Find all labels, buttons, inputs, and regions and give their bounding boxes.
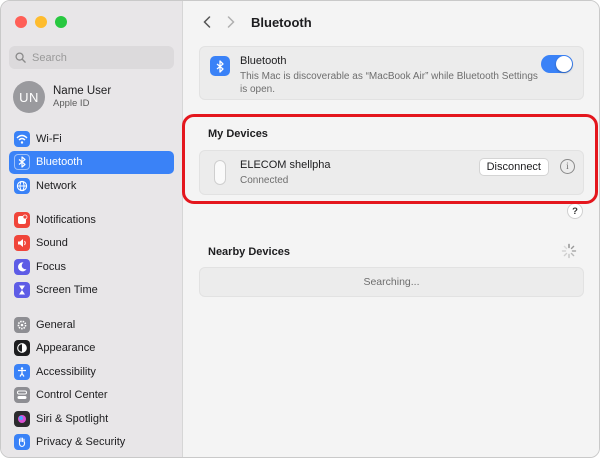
appearance-icon xyxy=(14,340,30,356)
settings-window: Search UN Name User Apple ID Wi-Fi Bluet… xyxy=(0,0,600,458)
bluetooth-toggle[interactable] xyxy=(541,55,573,73)
chevron-left-icon xyxy=(203,16,211,28)
bell-icon xyxy=(14,211,30,228)
sidebar-item-bluetooth[interactable]: Bluetooth xyxy=(9,150,174,174)
bluetooth-description: This Mac is discoverable as “MacBook Air… xyxy=(240,71,538,95)
nearby-devices-list: Searching... xyxy=(199,267,584,297)
accessibility-icon xyxy=(14,363,30,380)
wifi-icon xyxy=(14,130,30,147)
sidebar-item-label: Accessibility xyxy=(36,365,96,378)
close-button[interactable] xyxy=(15,16,27,28)
bluetooth-title: Bluetooth xyxy=(240,55,287,67)
sidebar-item-label: General xyxy=(36,318,76,331)
sidebar-item-label: Siri & Spotlight xyxy=(36,412,109,425)
sidebar-item-label: Privacy & Security xyxy=(36,436,126,448)
page-title: Bluetooth xyxy=(251,14,312,30)
sidebar-item-sound[interactable]: Sound xyxy=(9,232,174,255)
sidebar-item-label: Control Center xyxy=(36,389,108,401)
sidebar-item-notifications[interactable]: Notifications xyxy=(9,208,174,231)
sidebar-item-siri-spotlight[interactable]: Siri & Spotlight xyxy=(9,407,174,430)
search-placeholder: Search xyxy=(32,51,67,64)
bluetooth-toggle-card: Bluetooth This Mac is discoverable as “M… xyxy=(199,46,584,100)
sidebar-group-notifications: Notifications Sound Focus Screen Time xyxy=(9,208,174,302)
sidebar-group-connectivity: Wi-Fi Bluetooth Network xyxy=(9,127,174,198)
sidebar-item-label: Notifications xyxy=(36,213,96,226)
sidebar-item-wifi[interactable]: Wi-Fi xyxy=(9,127,174,150)
search-icon xyxy=(15,52,26,63)
chevron-right-icon xyxy=(227,16,235,28)
sidebar-item-screen-time[interactable]: Screen Time xyxy=(9,279,174,302)
bluetooth-icon xyxy=(210,56,230,76)
siri-icon xyxy=(14,410,30,427)
sidebar-item-control-center[interactable]: Control Center xyxy=(9,384,174,407)
hourglass-icon xyxy=(14,282,30,298)
toggle-knob xyxy=(556,56,572,72)
bluetooth-icon xyxy=(14,154,30,170)
control-center-icon xyxy=(14,387,30,403)
back-button[interactable] xyxy=(197,12,217,32)
forward-button[interactable] xyxy=(221,12,241,32)
nearby-devices-heading: Nearby Devices xyxy=(208,246,290,258)
sidebar-item-label: Wi-Fi xyxy=(36,132,62,145)
sidebar-item-network[interactable]: Network xyxy=(9,174,174,197)
avatar: UN xyxy=(13,81,45,113)
sidebar-item-focus[interactable]: Focus xyxy=(9,255,174,278)
apple-id-account[interactable]: UN Name User Apple ID xyxy=(13,81,111,113)
zoom-button[interactable] xyxy=(55,16,67,28)
hand-icon xyxy=(14,434,30,450)
sidebar-item-label: Sound xyxy=(36,237,68,249)
main-content: Bluetooth Bluetooth This Mac is discover… xyxy=(183,1,599,457)
gear-icon xyxy=(14,316,30,333)
globe-icon xyxy=(14,177,30,194)
sidebar-item-privacy-security[interactable]: Privacy & Security xyxy=(9,431,174,454)
traffic-lights xyxy=(15,16,67,28)
minimize-button[interactable] xyxy=(35,16,47,28)
user-subtitle: Apple ID xyxy=(53,98,90,109)
moon-icon xyxy=(14,258,30,275)
sidebar-item-label: Screen Time xyxy=(36,284,98,296)
speaker-icon xyxy=(14,235,30,251)
toolbar: Bluetooth xyxy=(183,1,599,43)
searching-status: Searching... xyxy=(363,276,420,288)
search-input[interactable]: Search xyxy=(9,46,174,69)
sidebar-item-label: Focus xyxy=(36,260,66,273)
sidebar-item-accessibility[interactable]: Accessibility xyxy=(9,360,174,383)
user-name: Name User xyxy=(53,85,112,97)
sidebar-item-label: Network xyxy=(36,179,77,192)
sidebar-item-general[interactable]: General xyxy=(9,313,174,336)
sidebar-item-label: Appearance xyxy=(36,342,96,354)
sidebar-item-appearance[interactable]: Appearance xyxy=(9,337,174,360)
sidebar-group-system: General Appearance Accessibility Control… xyxy=(9,313,174,454)
sidebar: Search UN Name User Apple ID Wi-Fi Bluet… xyxy=(1,1,183,457)
help-button[interactable]: ? xyxy=(567,203,583,219)
highlight-annotation xyxy=(182,114,598,204)
sidebar-item-label: Bluetooth xyxy=(36,156,83,168)
spinner-icon xyxy=(561,243,577,259)
